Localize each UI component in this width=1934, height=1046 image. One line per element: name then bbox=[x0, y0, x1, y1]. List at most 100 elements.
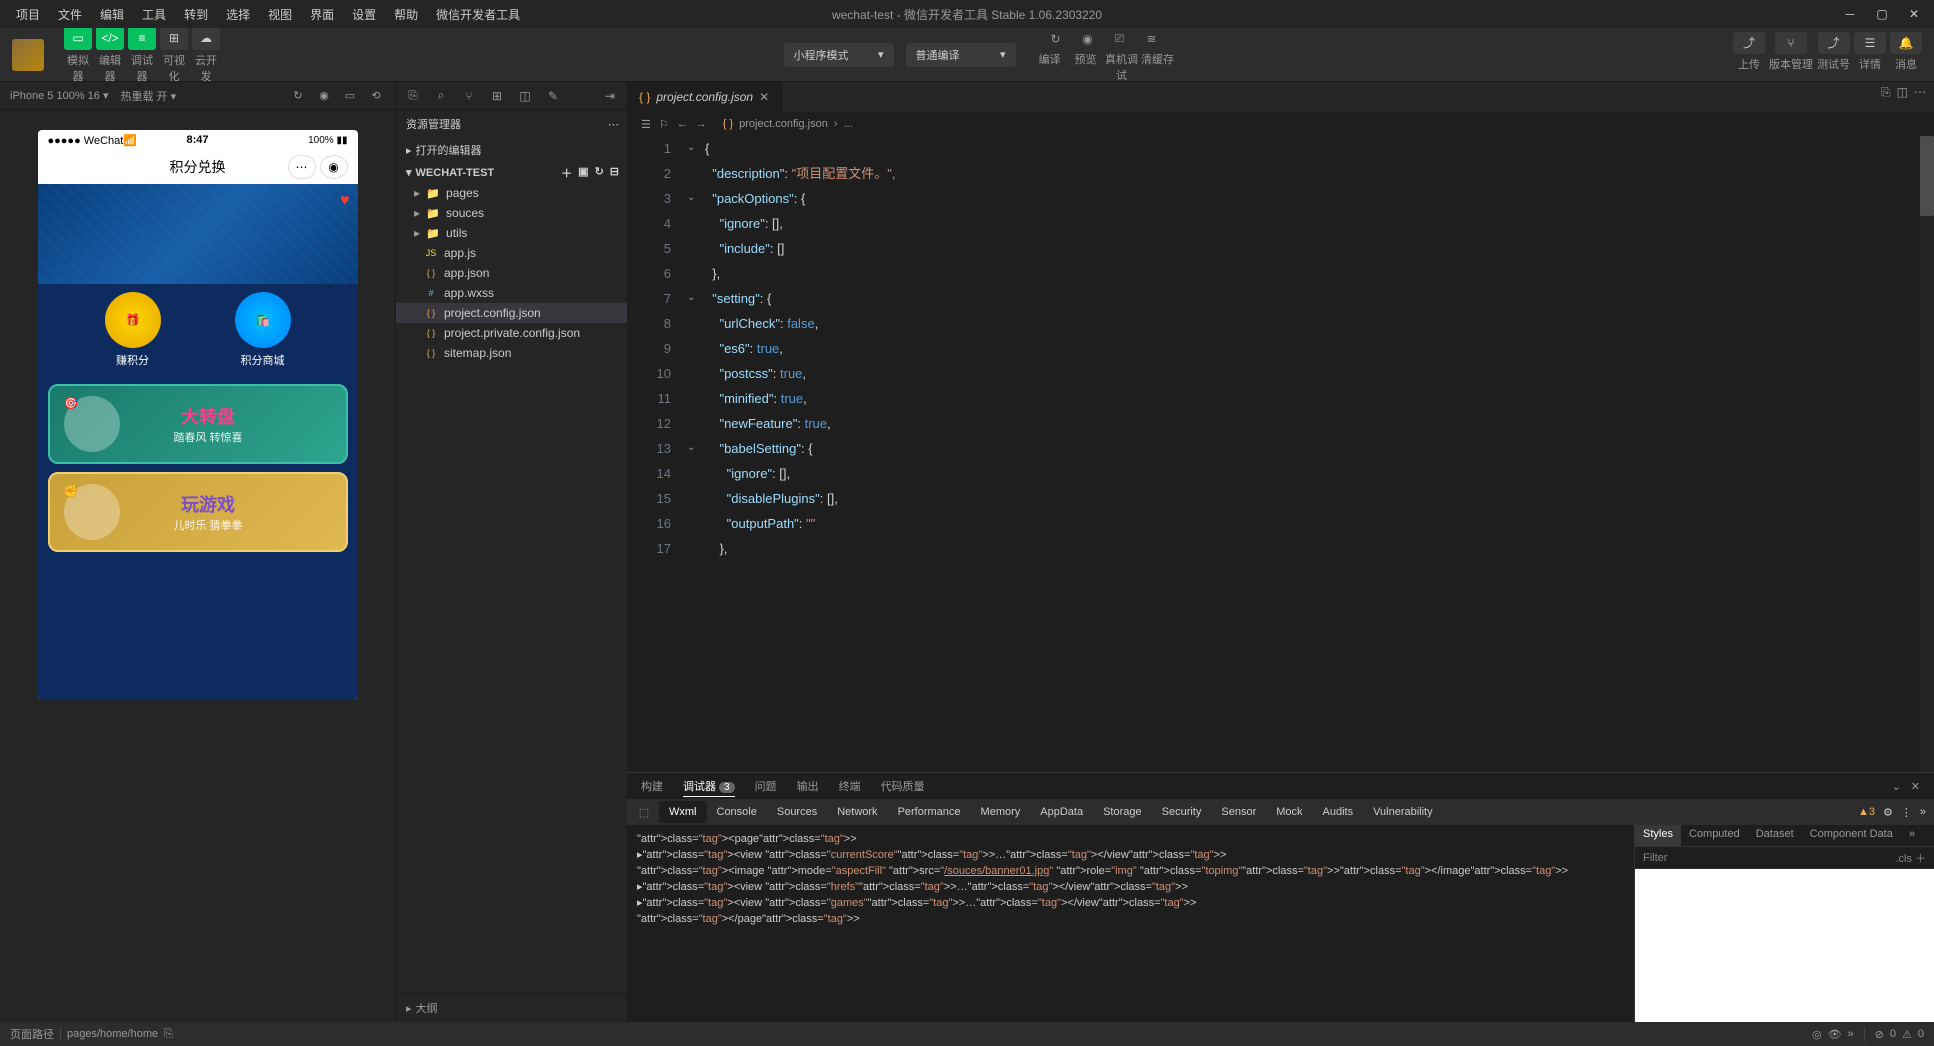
more-icon[interactable]: ⋯ bbox=[1914, 85, 1926, 100]
tree-item[interactable]: { } project.config.json bbox=[396, 303, 627, 323]
forward-icon[interactable]: → bbox=[696, 118, 707, 131]
debugger-toggle[interactable]: ≡ bbox=[128, 26, 156, 50]
gear-icon[interactable]: ⚙ bbox=[1883, 806, 1893, 819]
layout-icon[interactable]: ◫ bbox=[1897, 85, 1908, 100]
eye-icon[interactable]: 👁 bbox=[1828, 1028, 1842, 1041]
消息-button[interactable]: 🔔 bbox=[1890, 32, 1922, 54]
devtools-tab[interactable]: Memory bbox=[971, 801, 1031, 823]
devtools-tab[interactable]: AppData bbox=[1030, 801, 1093, 823]
clear-cache-button[interactable]: ≋ bbox=[1136, 27, 1168, 51]
详情-button[interactable]: ☰ bbox=[1854, 32, 1886, 54]
styles-tab[interactable]: Component Data bbox=[1802, 825, 1901, 846]
tree-item[interactable]: { } app.json bbox=[396, 263, 627, 283]
devtools-tab[interactable]: Audits bbox=[1313, 801, 1364, 823]
panel-tab[interactable]: 代码质量 bbox=[881, 776, 925, 796]
code-editor[interactable]: 1234567891011121314151617 ⌄⌄⌄⌄ { "descri… bbox=[627, 136, 1934, 772]
menu-item[interactable]: 视图 bbox=[260, 2, 300, 27]
simulator-toggle[interactable]: ▭ bbox=[64, 26, 92, 50]
devtools-tab[interactable]: Network bbox=[827, 801, 887, 823]
devtools-tab[interactable]: Wxml bbox=[659, 801, 707, 823]
chevron-icon[interactable]: » bbox=[1848, 1028, 1854, 1040]
menu-item[interactable]: 项目 bbox=[8, 2, 48, 27]
remote-debug-button[interactable]: ⎚ bbox=[1104, 27, 1136, 51]
menu-item[interactable]: 界面 bbox=[302, 2, 342, 27]
版本管理-button[interactable]: ⑂ bbox=[1775, 32, 1807, 54]
rotate-icon[interactable]: ⟲ bbox=[367, 87, 385, 105]
brush-icon[interactable]: ✎ bbox=[544, 87, 562, 105]
split-icon[interactable]: ⎘ bbox=[1881, 85, 1891, 100]
editor-tab[interactable]: { } project.config.json ✕ bbox=[627, 82, 782, 112]
panel-tab[interactable]: 问题 bbox=[755, 776, 777, 796]
more-icon[interactable]: » bbox=[1901, 825, 1923, 846]
tree-item[interactable]: { } project.private.config.json bbox=[396, 323, 627, 343]
preview-button[interactable]: ◉ bbox=[1072, 27, 1104, 51]
list-icon[interactable]: ☰ bbox=[641, 118, 651, 131]
new-file-icon[interactable]: ＋ bbox=[561, 165, 572, 181]
chevron-icon[interactable]: » bbox=[1920, 806, 1926, 818]
panel-tab[interactable]: 调试器3 bbox=[683, 776, 735, 797]
menu-item[interactable]: 工具 bbox=[134, 2, 174, 27]
styles-filter-input[interactable]: Filter bbox=[1643, 852, 1667, 864]
styles-tab[interactable]: Styles bbox=[1635, 825, 1681, 846]
extensions-icon[interactable]: ⊞ bbox=[488, 87, 506, 105]
devtools-tab[interactable]: Mock bbox=[1266, 801, 1312, 823]
points-mall-button[interactable]: 🛍️ 积分商城 bbox=[235, 292, 291, 368]
menu-icon[interactable]: ⋮ bbox=[1901, 806, 1912, 819]
editor-toggle[interactable]: </> bbox=[96, 26, 124, 50]
devtools-tab[interactable]: Storage bbox=[1093, 801, 1152, 823]
panel-tab[interactable]: 终端 bbox=[839, 776, 861, 796]
heart-icon[interactable]: ♥ bbox=[340, 192, 350, 210]
earn-points-button[interactable]: 🎁 赚积分 bbox=[105, 292, 161, 368]
wheel-game-card[interactable]: 🎯 大转盘 踏春风 转惊喜 bbox=[48, 384, 348, 464]
devtools-tab[interactable]: Sensor bbox=[1211, 801, 1266, 823]
menu-item[interactable]: 微信开发者工具 bbox=[428, 2, 528, 27]
more-button[interactable]: ⋯ bbox=[288, 155, 316, 179]
collapse-icon[interactable]: ⇥ bbox=[601, 87, 619, 105]
warning-badge[interactable]: ▲3 bbox=[1858, 806, 1875, 818]
maximize-button[interactable]: ▢ bbox=[1870, 2, 1894, 26]
files-icon[interactable]: ⎘ bbox=[404, 87, 422, 105]
cloud-dev-toggle[interactable]: ☁ bbox=[192, 26, 220, 50]
device-selector[interactable]: iPhone 5 100% 16 ▾ bbox=[10, 89, 109, 102]
devtools-tab[interactable]: Sources bbox=[767, 801, 827, 823]
refresh-icon[interactable]: ↻ bbox=[595, 165, 604, 181]
target-button[interactable]: ◉ bbox=[320, 155, 348, 179]
breadcrumb-file[interactable]: project.config.json bbox=[739, 118, 828, 130]
more-icon[interactable]: ⋯ bbox=[608, 118, 619, 131]
menu-item[interactable]: 文件 bbox=[50, 2, 90, 27]
record-icon[interactable]: ◉ bbox=[315, 87, 333, 105]
back-icon[interactable]: ← bbox=[677, 118, 688, 131]
devtools-tab[interactable]: Performance bbox=[888, 801, 971, 823]
menu-item[interactable]: 设置 bbox=[344, 2, 384, 27]
project-section[interactable]: ▾ WECHAT-TEST ＋ ▣ ↻ ⊟ bbox=[396, 162, 627, 183]
play-game-card[interactable]: ✊ 玩游戏 儿时乐 猜拳拳 bbox=[48, 472, 348, 552]
scrollbar[interactable] bbox=[1920, 136, 1934, 772]
device-icon[interactable]: ▭ bbox=[341, 87, 359, 105]
open-editors-section[interactable]: ▸ 打开的编辑器 bbox=[396, 138, 627, 162]
outline-section[interactable]: ▸ 大纲 bbox=[396, 993, 627, 1022]
close-icon[interactable]: ✕ bbox=[759, 90, 769, 104]
panel-tab[interactable]: 构建 bbox=[641, 776, 663, 796]
devtools-tab[interactable]: Vulnerability bbox=[1363, 801, 1443, 823]
tree-item[interactable]: JS app.js bbox=[396, 243, 627, 263]
target-icon[interactable]: ◎ bbox=[1812, 1028, 1822, 1041]
tree-item[interactable]: ▸ 📁 utils bbox=[396, 223, 627, 243]
collapse-all-icon[interactable]: ⊟ bbox=[610, 165, 619, 181]
layers-icon[interactable]: ◫ bbox=[516, 87, 534, 105]
上传-button[interactable]: ⤴ bbox=[1733, 32, 1765, 54]
tree-item[interactable]: # app.wxss bbox=[396, 283, 627, 303]
compile-button[interactable]: ↻ bbox=[1040, 27, 1072, 51]
page-path[interactable]: 页面路径 pages/home/home ⎘ bbox=[10, 1026, 173, 1042]
visual-toggle[interactable]: ⊞ bbox=[160, 26, 188, 50]
panel-tab[interactable]: 输出 bbox=[797, 776, 819, 796]
styles-tab[interactable]: Computed bbox=[1681, 825, 1748, 846]
compile-dropdown[interactable]: 普通编译▾ bbox=[906, 43, 1016, 67]
minimize-button[interactable]: ─ bbox=[1838, 2, 1862, 26]
search-icon[interactable]: ⌕ bbox=[432, 87, 450, 105]
menu-item[interactable]: 帮助 bbox=[386, 2, 426, 27]
menu-item[interactable]: 转到 bbox=[176, 2, 216, 27]
tree-item[interactable]: { } sitemap.json bbox=[396, 343, 627, 363]
devtools-tab[interactable]: Security bbox=[1152, 801, 1212, 823]
new-folder-icon[interactable]: ▣ bbox=[578, 165, 588, 181]
hot-reload-toggle[interactable]: 热重载 开 ▾ bbox=[121, 88, 177, 104]
